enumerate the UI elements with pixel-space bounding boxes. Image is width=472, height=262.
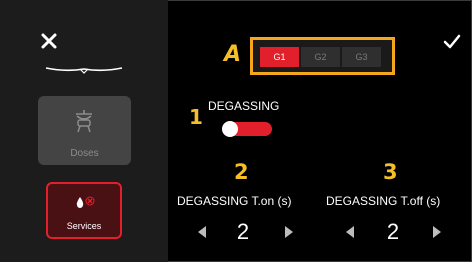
close-button[interactable] bbox=[38, 30, 60, 52]
toff-decrease-button[interactable] bbox=[346, 226, 354, 238]
water-drop-icon bbox=[76, 196, 95, 208]
degassing-ton-label: DEGASSING T.on (s) bbox=[177, 194, 292, 208]
toff-value: 2 bbox=[386, 219, 400, 244]
group-button-g1[interactable]: G1 bbox=[260, 47, 299, 67]
degassing-toff-label: DEGASSING T.off (s) bbox=[326, 194, 441, 208]
ton-value: 2 bbox=[236, 219, 250, 244]
services-label: Services bbox=[66, 221, 102, 231]
confirm-button[interactable] bbox=[443, 34, 461, 50]
degassing-label: DEGASSING bbox=[208, 99, 280, 113]
annotation-badge-3: 3 bbox=[383, 160, 398, 184]
sidebar: Doses Services bbox=[0, 0, 168, 262]
annotation-badge-1: 1 bbox=[189, 105, 203, 129]
annotation-badge-2: 2 bbox=[234, 160, 249, 184]
group-button-g2[interactable]: G2 bbox=[301, 47, 340, 67]
brand-swoosh-icon bbox=[45, 67, 123, 74]
toff-increase-button[interactable] bbox=[433, 226, 441, 238]
group-button-g3[interactable]: G3 bbox=[342, 47, 381, 67]
degassing-toggle[interactable] bbox=[222, 121, 272, 137]
doses-icon bbox=[76, 110, 92, 133]
group-selector: G1 G2 G3 bbox=[250, 37, 395, 75]
doses-tile[interactable]: Doses bbox=[38, 96, 131, 165]
doses-label: Doses bbox=[70, 148, 99, 159]
toggle-knob bbox=[222, 121, 238, 137]
close-icon bbox=[41, 33, 57, 49]
ton-decrease-button[interactable] bbox=[198, 226, 206, 238]
check-icon bbox=[443, 34, 461, 49]
annotation-badge-a: A bbox=[224, 42, 242, 67]
ton-increase-button[interactable] bbox=[285, 226, 293, 238]
services-tile[interactable]: Services bbox=[46, 182, 122, 239]
